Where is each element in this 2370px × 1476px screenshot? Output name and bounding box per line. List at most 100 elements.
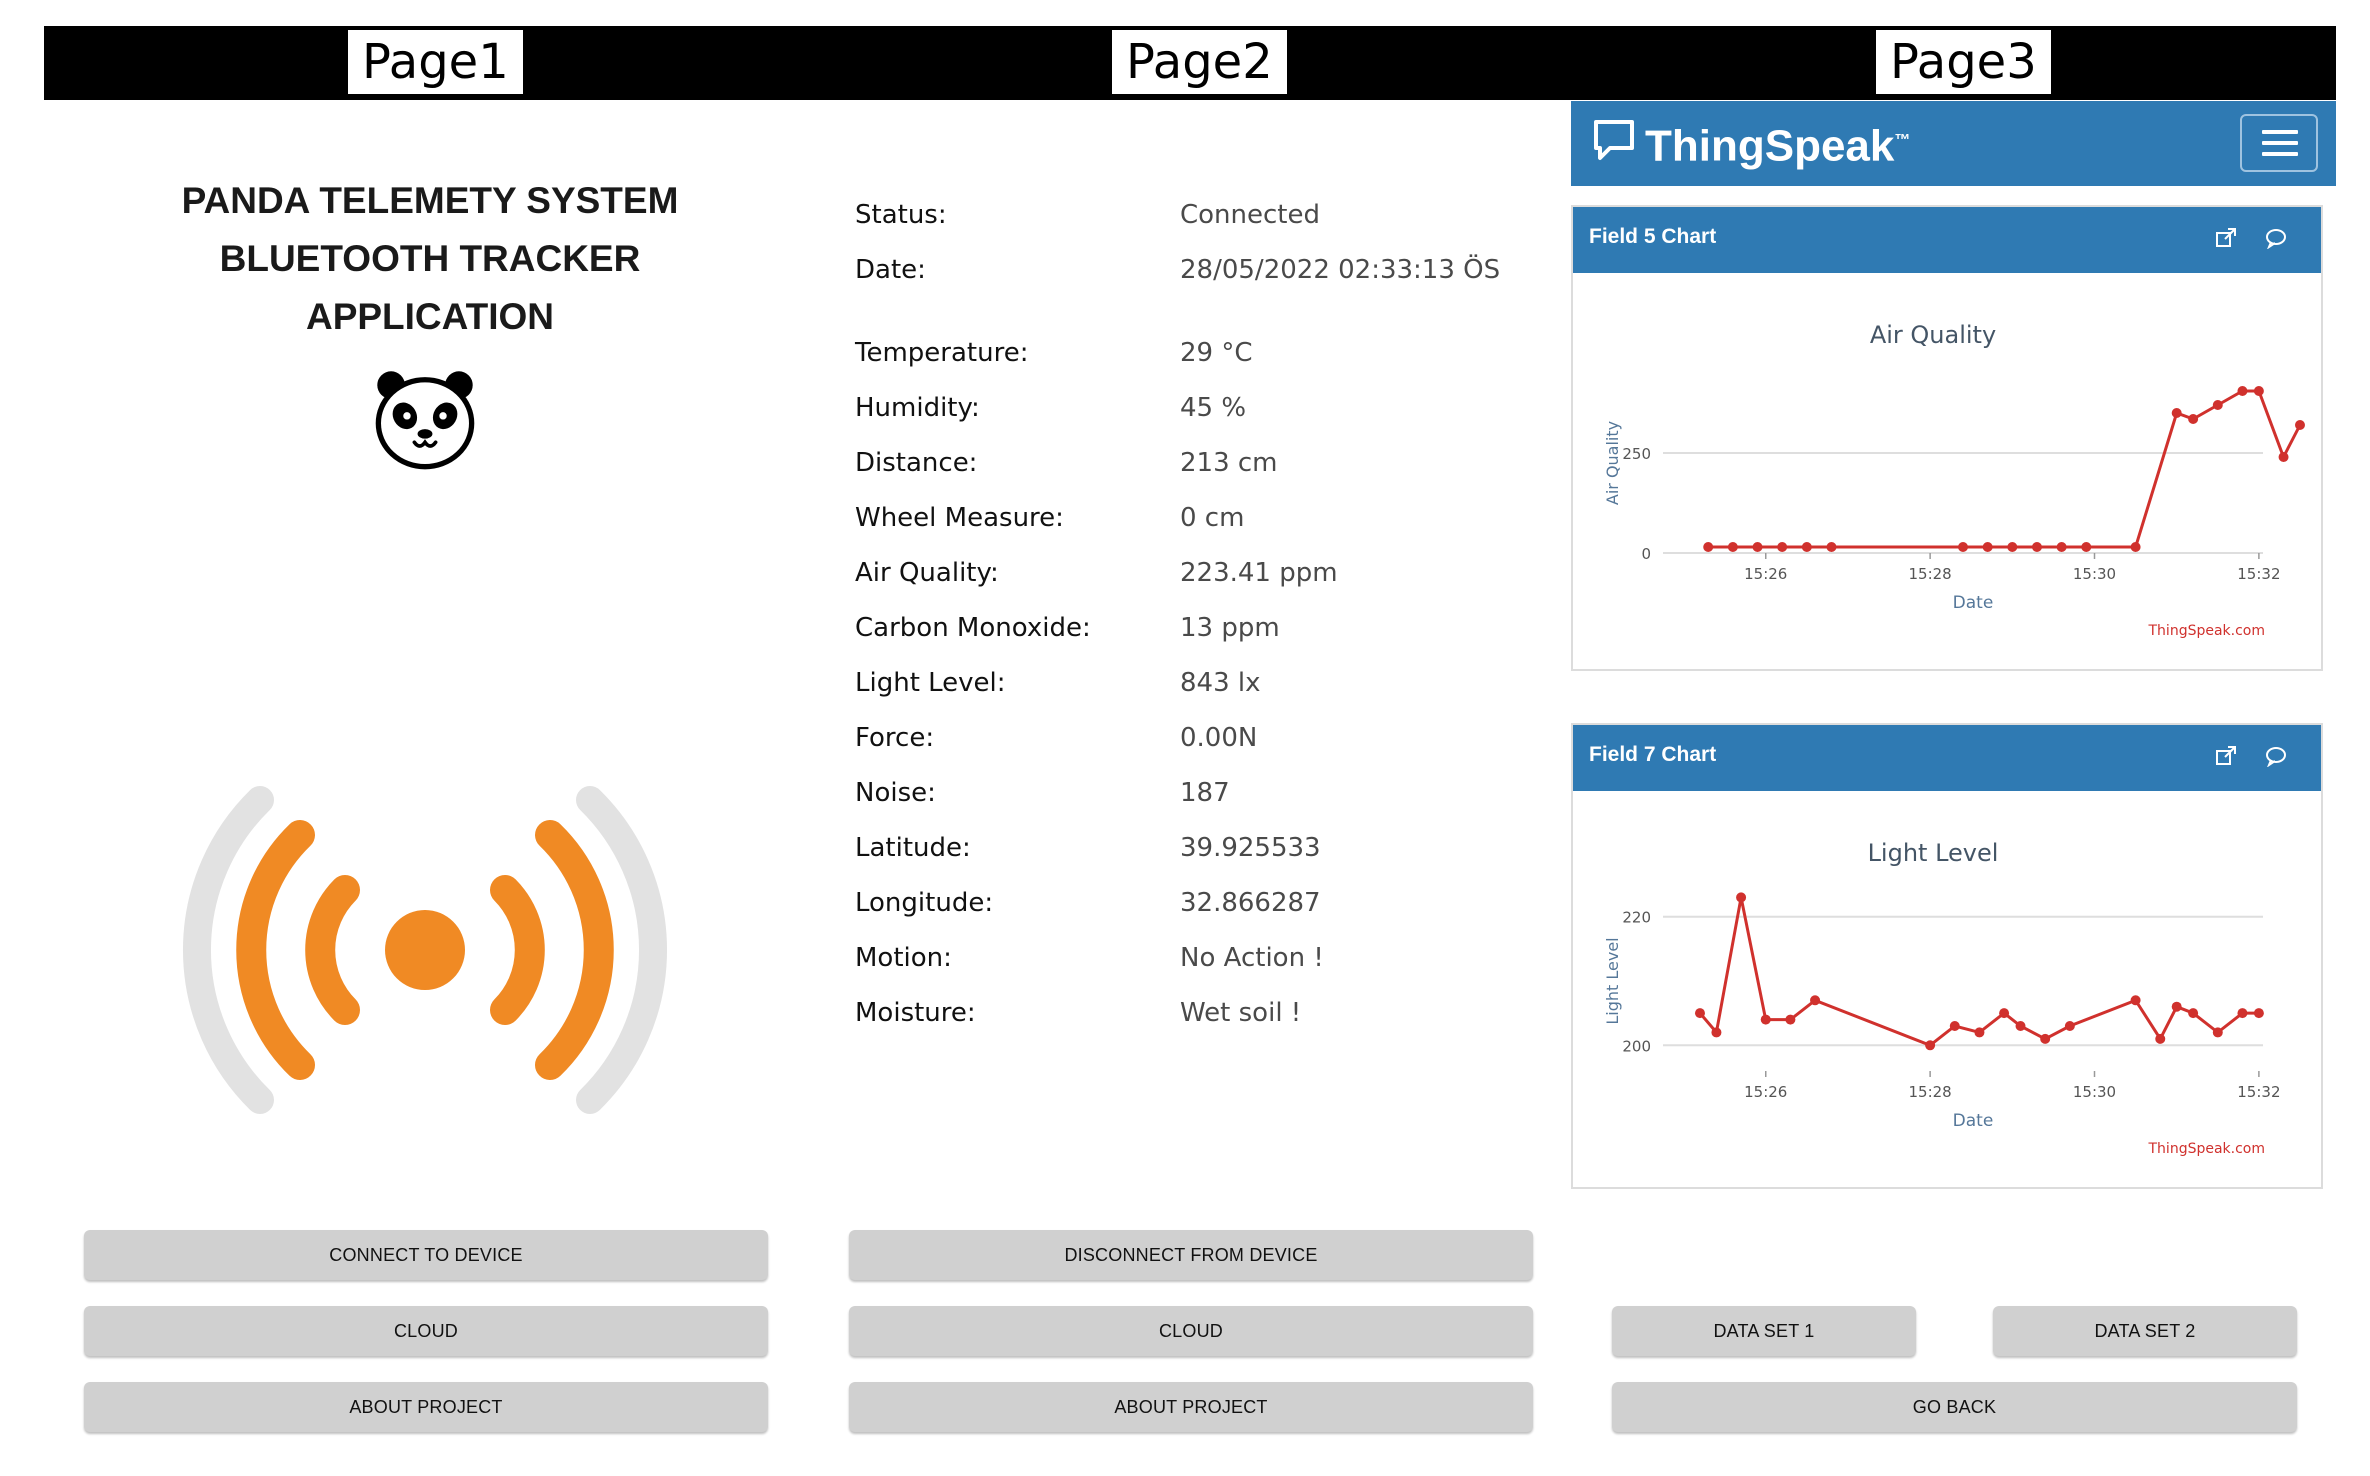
reading-label: Light Level: bbox=[855, 668, 1006, 698]
go-back-button[interactable]: GO BACK bbox=[1612, 1382, 2297, 1432]
chart-title: Light Level bbox=[1868, 839, 1999, 867]
hamburger-menu-button[interactable] bbox=[2240, 114, 2318, 172]
data-point bbox=[2081, 542, 2092, 552]
menu-bar-icon bbox=[2262, 130, 2298, 134]
x-tick-label: 15:26 bbox=[1744, 565, 1787, 583]
trademark-symbol: ™ bbox=[1894, 132, 1911, 149]
reading-row: Moisture: Wet soil ! bbox=[855, 998, 1555, 1038]
about-project-button-page2[interactable]: ABOUT PROJECT bbox=[849, 1382, 1533, 1432]
field5-chart-card: Field 5 Chart Air Quality 0 250 15:26 15:28 1… bbox=[1571, 205, 2323, 671]
reading-row: Noise: 187 bbox=[855, 778, 1555, 818]
external-link-icon[interactable] bbox=[2215, 227, 2237, 249]
reading-label: Humidity: bbox=[855, 393, 980, 423]
field7-card-header: Field 7 Chart bbox=[1573, 725, 2321, 791]
x-tick-label: 15:32 bbox=[2237, 1083, 2280, 1101]
reading-label: Longitude: bbox=[855, 888, 994, 918]
reading-label: Motion: bbox=[855, 943, 952, 973]
x-tick-label: 15:28 bbox=[1909, 565, 1952, 583]
data-point bbox=[2253, 386, 2264, 396]
data-point bbox=[2155, 1033, 2166, 1044]
data-point bbox=[1982, 542, 1993, 552]
data-point bbox=[1736, 892, 1747, 903]
external-link-icon[interactable] bbox=[2215, 745, 2237, 767]
reading-row: Status: Connected bbox=[855, 200, 1555, 240]
data-point bbox=[1801, 542, 1812, 552]
reading-row: Longitude: 32.866287 bbox=[855, 888, 1555, 928]
comment-icon[interactable] bbox=[2265, 227, 2287, 249]
app-title-line3: APPLICATION bbox=[305, 296, 555, 337]
data-point bbox=[1760, 1014, 1771, 1025]
data-point bbox=[2212, 1027, 2223, 1038]
reading-row: Distance: 213 cm bbox=[855, 448, 1555, 488]
about-project-button-page1[interactable]: ABOUT PROJECT bbox=[84, 1382, 768, 1432]
bluetooth-signal-icon bbox=[182, 786, 668, 1114]
data-point bbox=[1727, 542, 1738, 552]
thingspeak-logo[interactable]: ThingSpeak™ bbox=[1645, 110, 1910, 178]
y-tick-label: 250 bbox=[1622, 445, 1651, 463]
reading-value: 29 °C bbox=[1180, 338, 1253, 368]
connect-to-device-button[interactable]: CONNECT TO DEVICE bbox=[84, 1230, 768, 1280]
x-tick-label: 15:30 bbox=[2073, 1083, 2116, 1101]
data-point bbox=[1694, 1008, 1705, 1019]
chat-bubble-icon bbox=[1594, 120, 1634, 160]
reading-label: Moisture: bbox=[855, 998, 976, 1028]
page3-label: Page3 bbox=[1876, 30, 2051, 94]
data-point bbox=[2056, 542, 2067, 552]
reading-row: Light Level: 843 lx bbox=[855, 668, 1555, 708]
series-line bbox=[1698, 897, 2259, 1048]
reading-row: Date: 28/05/2022 02:33:13 ÖS bbox=[855, 255, 1555, 295]
reading-value: 13 ppm bbox=[1180, 613, 1280, 643]
data-point bbox=[2031, 542, 2042, 552]
data-point bbox=[2171, 1001, 2182, 1012]
cloud-button-page1[interactable]: CLOUD bbox=[84, 1306, 768, 1356]
reading-value: Connected bbox=[1180, 200, 1321, 230]
reading-row: Air Quality: 223.41 ppm bbox=[855, 558, 1555, 598]
data-point bbox=[2064, 1021, 2075, 1031]
y-axis-label: Air Quality bbox=[1603, 421, 1622, 505]
data-set-2-button[interactable]: DATA SET 2 bbox=[1993, 1306, 2297, 1356]
reading-label: Status: bbox=[855, 200, 947, 230]
data-point bbox=[1999, 1008, 2010, 1019]
reading-value: 45 % bbox=[1180, 393, 1247, 423]
y-tick-label: 220 bbox=[1622, 909, 1651, 927]
chart-credit: ThingSpeak.com bbox=[2148, 1141, 2266, 1157]
reading-value: No Action ! bbox=[1180, 943, 1324, 973]
disconnect-from-device-button[interactable]: DISCONNECT FROM DEVICE bbox=[849, 1230, 1533, 1280]
y-tick-label: 0 bbox=[1641, 545, 1651, 563]
data-point bbox=[2171, 408, 2182, 418]
reading-value: 213 cm bbox=[1180, 448, 1278, 478]
data-point bbox=[1703, 542, 1714, 552]
reading-value: 187 bbox=[1180, 778, 1230, 808]
app-title-line2: BLUETOOTH TRACKER bbox=[219, 238, 641, 279]
reading-row: Temperature: 29 °C bbox=[855, 338, 1555, 378]
reading-label: Distance: bbox=[855, 448, 978, 478]
data-point bbox=[2212, 400, 2223, 410]
data-point bbox=[1925, 1040, 1936, 1051]
reading-label: Latitude: bbox=[855, 833, 971, 863]
data-point bbox=[1974, 1027, 1985, 1038]
data-point bbox=[2237, 386, 2248, 396]
x-axis-label: Date bbox=[1953, 1111, 1994, 1131]
data-point bbox=[2188, 1008, 2199, 1019]
reading-label: Noise: bbox=[855, 778, 936, 808]
series-line bbox=[1708, 389, 2302, 549]
reading-row: Latitude: 39.925533 bbox=[855, 833, 1555, 873]
field5-card-header: Field 5 Chart bbox=[1573, 207, 2321, 273]
reading-label: Date: bbox=[855, 255, 926, 285]
data-point bbox=[2040, 1033, 2051, 1044]
data-point bbox=[2278, 452, 2289, 462]
reading-row: Motion: No Action ! bbox=[855, 943, 1555, 983]
reading-value: 223.41 ppm bbox=[1180, 558, 1338, 588]
reading-label: Wheel Measure: bbox=[855, 503, 1064, 533]
page1-label: Page1 bbox=[348, 30, 523, 94]
reading-label: Force: bbox=[855, 723, 935, 753]
comment-icon[interactable] bbox=[2265, 745, 2287, 767]
data-point bbox=[1810, 995, 1821, 1006]
data-set-1-button[interactable]: DATA SET 1 bbox=[1612, 1306, 1916, 1356]
data-point bbox=[2130, 995, 2141, 1006]
cloud-button-page2[interactable]: CLOUD bbox=[849, 1306, 1533, 1356]
reading-row: Wheel Measure: 0 cm bbox=[855, 503, 1555, 543]
reading-label: Temperature: bbox=[855, 338, 1029, 368]
data-point bbox=[2294, 420, 2305, 430]
air-quality-chart: Air Quality 0 250 15:26 15:28 15:30 15:32 Date A… bbox=[1603, 321, 2305, 639]
